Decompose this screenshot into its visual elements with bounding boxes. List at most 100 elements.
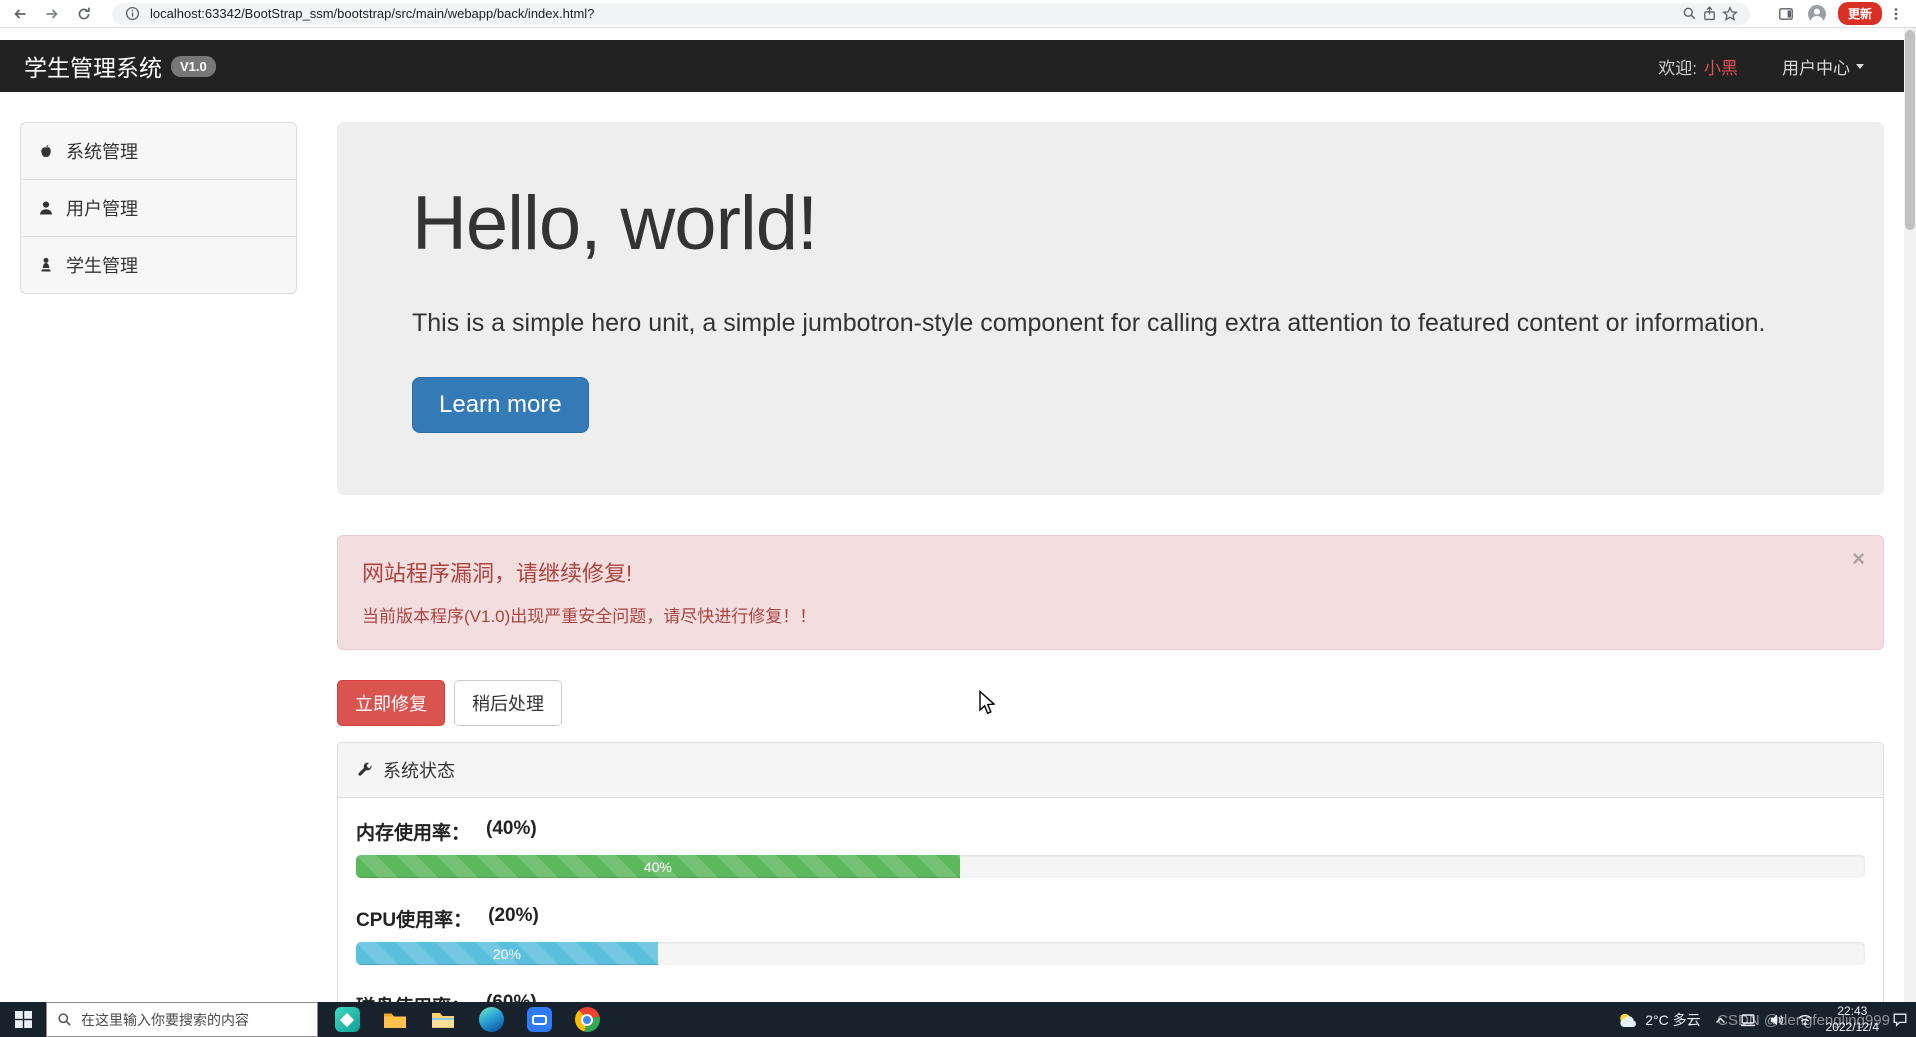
taskbar-app-edge[interactable] (478, 1007, 504, 1033)
panel-heading: 系统状态 (338, 743, 1883, 799)
taskbar-apps (334, 1002, 600, 1037)
meter-value: (40%) (486, 818, 537, 840)
apple-icon (41, 145, 51, 158)
chevron-down-icon (1856, 63, 1864, 69)
system-status-panel: 系统状态 内存使用率： (40%) 40% CPU使用率： (20%) 20% (337, 742, 1884, 1002)
app-navbar: 学生管理系统 V1.0 欢迎: 小黑 用户中心 (0, 40, 1904, 92)
cpu-usage-label: CPU使用率： (20%) (356, 905, 1865, 932)
navbar-right: 欢迎: 小黑 用户中心 (1658, 54, 1864, 79)
danger-alert: 网站程序漏洞，请继续修复! 当前版本程序(V1.0)出现严重安全问题，请尽快进行… (337, 535, 1884, 651)
notification-center-button[interactable] (1892, 1012, 1908, 1027)
sidebar-item-students[interactable]: 学生管理 (20, 236, 297, 294)
taskbar-app-explorer[interactable] (430, 1007, 456, 1033)
teal-app-icon (334, 1007, 360, 1032)
browser-forward-button[interactable] (40, 2, 64, 26)
share-icon[interactable] (1700, 5, 1720, 23)
user-center-dropdown[interactable]: 用户中心 (1782, 54, 1864, 79)
tray-network[interactable] (1797, 1013, 1813, 1027)
user-center-label: 用户中心 (1782, 58, 1850, 78)
clock-time: 22:43 (1837, 1003, 1868, 1018)
meter-name: CPU使用率： (356, 910, 473, 932)
jumbotron: Hello, world! This is a simple hero unit… (337, 122, 1884, 496)
back-arrow-icon (14, 8, 26, 19)
refresh-icon (78, 7, 90, 19)
brand-title: 学生管理系统 (24, 55, 162, 81)
forward-arrow-icon (46, 8, 58, 19)
file-explorer-icon (432, 1012, 454, 1028)
tray-speaker[interactable] (1769, 1013, 1784, 1027)
windows-taskbar: 在这里输入你要搜索的内容 2°C 多云 22:43 2022/12/4 (0, 1002, 1916, 1037)
folder-icon (384, 1013, 406, 1028)
panel-title: 系统状态 (383, 761, 455, 782)
version-badge: V1.0 (171, 55, 216, 77)
taskbar-app-tv[interactable] (526, 1007, 552, 1033)
weather-icon (1620, 1013, 1637, 1027)
browser-refresh-button[interactable] (72, 2, 96, 26)
scrollbar-thumb[interactable] (1905, 30, 1915, 230)
wrench-icon (358, 762, 372, 776)
site-info-icon[interactable] (122, 5, 142, 23)
meter-value: (20%) (488, 905, 539, 927)
handle-later-button[interactable]: 稍后处理 (454, 680, 562, 727)
taskbar-search-box[interactable]: 在这里输入你要搜索的内容 (46, 1002, 318, 1037)
bookmark-star-icon[interactable] (1720, 5, 1740, 23)
browser-back-button[interactable] (8, 2, 32, 26)
address-bar[interactable]: localhost:63342/BootStrap_ssm/bootstrap/… (112, 2, 1750, 25)
memory-progress-track: 40% (356, 855, 1865, 879)
notification-icon (1893, 1013, 1907, 1027)
sidebar-item-label: 学生管理 (66, 256, 138, 276)
welcome-prefix: 欢迎: (1658, 58, 1697, 78)
fix-now-button[interactable]: 立即修复 (337, 680, 445, 727)
url-text: localhost:63342/BootStrap_ssm/bootstrap/… (150, 6, 595, 21)
alert-actions: 立即修复 稍后处理 (337, 680, 1884, 727)
learn-more-button[interactable]: Learn more (412, 377, 589, 434)
taskbar-tray: 2°C 多云 22:43 2022/12/4 (1617, 1002, 1916, 1037)
student-icon (41, 257, 51, 272)
user-icon (40, 201, 52, 215)
sidebar-item-system[interactable]: 系统管理 (20, 122, 297, 180)
sidebar: 系统管理 用户管理 学生管理 (20, 122, 297, 1002)
side-panel-icon[interactable] (1774, 2, 1798, 26)
clock-date: 2022/12/4 (1825, 1019, 1879, 1034)
memory-progress-bar: 40% (356, 855, 960, 879)
weather-widget[interactable]: 2°C 多云 (1617, 1010, 1701, 1030)
hero-title: Hello, world! (412, 181, 818, 266)
chrome-update-button[interactable]: 更新 (1837, 2, 1882, 25)
tray-display[interactable] (1740, 1013, 1756, 1027)
chrome-icon (574, 1007, 600, 1032)
edge-icon (478, 1007, 504, 1032)
start-button[interactable] (0, 1002, 46, 1037)
progress-bar-label: 20% (492, 945, 521, 962)
taskbar-search-text: 在这里输入你要搜索的内容 (81, 1011, 249, 1028)
tray-chevron-up[interactable] (1714, 1014, 1727, 1026)
taskbar-app-teal[interactable] (334, 1007, 360, 1033)
hero-text: This is a simple hero unit, a simple jum… (412, 309, 1766, 337)
meter-name: 磁盘使用率： (356, 992, 470, 1002)
welcome-text: 欢迎: 小黑 (1658, 54, 1738, 79)
taskbar-app-folder[interactable] (382, 1007, 408, 1033)
windows-logo-icon (14, 1011, 32, 1028)
speaker-icon (1770, 1014, 1783, 1025)
blue-tv-app-icon (526, 1007, 552, 1032)
taskbar-clock[interactable]: 22:43 2022/12/4 (1826, 1004, 1879, 1035)
sidebar-item-users[interactable]: 用户管理 (20, 179, 297, 237)
zoom-icon[interactable] (1680, 5, 1700, 23)
username-link[interactable]: 小黑 (1704, 54, 1738, 79)
sidebar-item-label: 系统管理 (66, 142, 138, 162)
sidebar-item-label: 用户管理 (66, 199, 138, 219)
memory-usage-label: 内存使用率： (40%) (356, 818, 1865, 845)
progress-bar-label: 40% (643, 858, 672, 875)
disk-usage-label: 磁盘使用率： (60%) (356, 992, 1865, 1002)
display-icon (1740, 1013, 1755, 1026)
page-content: 系统管理 用户管理 学生管理 Hello, world! This is a s… (0, 92, 1904, 1002)
weather-text: 2°C 多云 (1645, 1011, 1701, 1028)
cpu-progress-bar: 20% (356, 942, 658, 966)
panel-body: 内存使用率： (40%) 40% CPU使用率： (20%) 20% (338, 798, 1883, 1002)
brand-link[interactable]: 学生管理系统 V1.0 (24, 49, 216, 83)
profile-avatar[interactable] (1806, 3, 1828, 25)
main-column: Hello, world! This is a simple hero unit… (337, 122, 1884, 1002)
alert-close-icon[interactable]: × (1852, 548, 1865, 570)
taskbar-app-chrome[interactable] (574, 1007, 600, 1033)
browser-menu-dots-icon[interactable] (1884, 2, 1908, 26)
network-icon (1797, 1014, 1812, 1025)
